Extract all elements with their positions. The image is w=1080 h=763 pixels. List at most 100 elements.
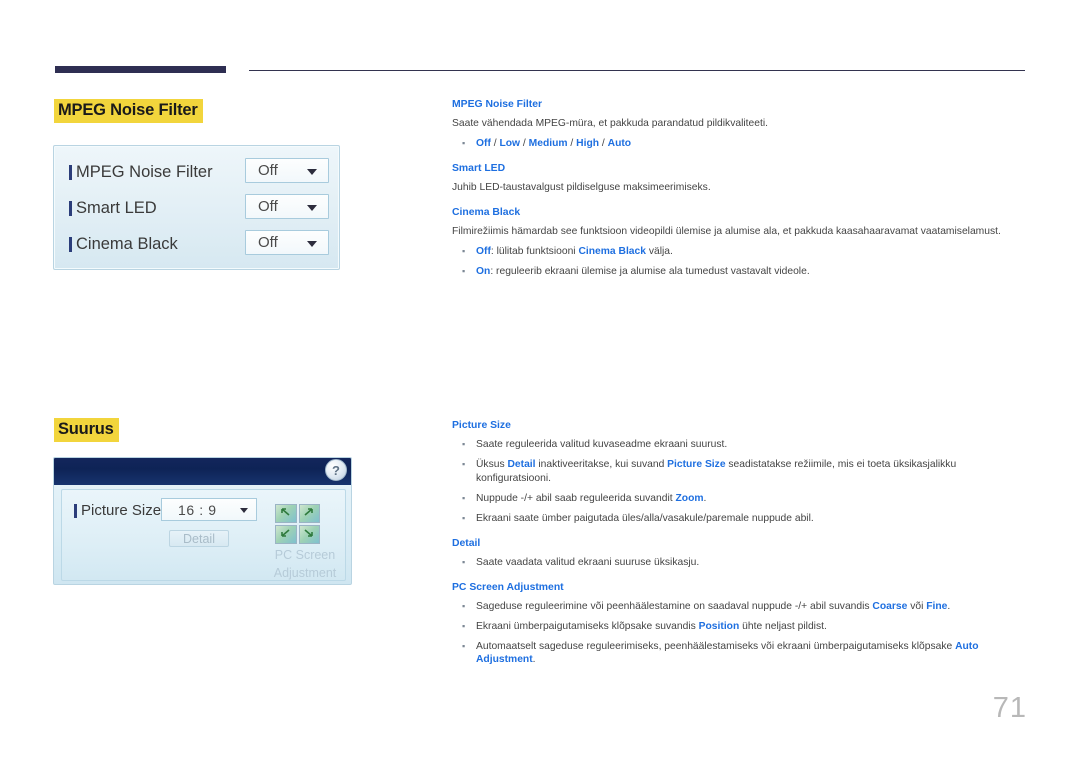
inline-text: või	[907, 600, 927, 612]
bullet-item: ▪ Ekraani saate ümber paigutada üles/alla…	[452, 512, 1028, 526]
inline-term: Cinema Black	[578, 245, 646, 257]
bullet-text: Ekraani saate ümber paigutada üles/alla/…	[476, 512, 1028, 526]
bullet-text: Nuppude -/+ abil saab reguleerida suvand…	[476, 492, 1028, 506]
bullet-dot-icon: ▪	[462, 640, 466, 651]
arrow-up-left-icon	[281, 508, 290, 516]
bullet-dot-icon: ▪	[462, 439, 466, 450]
chevron-down-icon	[307, 241, 317, 247]
arrow-down-left-icon	[281, 529, 290, 537]
position-cell-top-left[interactable]	[275, 504, 297, 523]
description-column-top: MPEG Noise Filter Saate vähendada MPEG-m…	[452, 98, 1028, 285]
bullet-dot-icon: ▪	[462, 245, 466, 256]
osd-dropdown-mpeg-noise-filter[interactable]: Off	[245, 158, 329, 183]
inline-text: .	[703, 492, 707, 504]
row-marker-icon	[69, 164, 72, 180]
osd-row-mpeg-noise-filter[interactable]: MPEG Noise Filter Off	[54, 154, 341, 190]
inline-text: : reguleerib ekraani ülemise ja alumise …	[490, 265, 810, 277]
bullet-text: Off: lülitab funktsiooni Cinema Black vä…	[476, 245, 1028, 259]
bullet-mpeg-options: ▪ Off / Low / Medium / High / Auto	[452, 137, 1028, 151]
osd-row-label: MPEG Noise Filter	[76, 162, 213, 181]
bullet-text: On: reguleerib ekraani ülemise ja alumis…	[476, 265, 1028, 279]
desc-heading-picture-size: Picture Size	[452, 420, 511, 431]
bullet-text: Automaatselt sageduse reguleerimiseks, p…	[476, 640, 1028, 668]
row-marker-icon	[69, 200, 72, 216]
inline-term: Fine	[926, 600, 948, 612]
inline-text: Ekraani ümberpaigutamiseks klõpsake suva…	[476, 620, 699, 632]
row-marker-icon	[74, 503, 77, 518]
help-icon[interactable]: ?	[325, 459, 347, 481]
bullet-text: Saate reguleerida valitud kuvaseadme ekr…	[476, 438, 1028, 452]
inline-text: Üksus	[476, 458, 508, 470]
pc-screen-adjustment-label: PC Screen Adjustment	[273, 548, 337, 581]
bullet-item: ▪ Ekraani ümberpaigutamiseks klõpsake suv…	[452, 620, 1028, 634]
bullet-text: Saate vaadata valitud ekraani suuruse ük…	[476, 556, 1028, 570]
bullet-dot-icon: ▪	[462, 492, 466, 503]
bullet-list-detail: ▪ Saate vaadata valitud ekraani suuruse ü…	[452, 556, 1028, 570]
inline-text: Nuppude -/+ abil saab reguleerida suvand…	[476, 492, 676, 504]
bullet-item: ▪ Sageduse reguleerimine või peenhäälesta…	[452, 600, 1028, 614]
detail-button[interactable]: Detail	[169, 530, 229, 547]
bullet-dot-icon: ▪	[462, 265, 466, 276]
bullet-item: ▪ Üksus Detail inaktiveeritakse, kui suva…	[452, 458, 1028, 486]
osd-dropdown-cinema-black[interactable]: Off	[245, 230, 329, 255]
bullet-dot-icon: ▪	[462, 137, 466, 148]
inline-term: Picture Size	[667, 458, 726, 470]
bullet-dot-icon: ▪	[462, 620, 466, 631]
inline-text: inaktiveeritakse, kui suvand	[535, 458, 668, 470]
inline-term: Zoom	[675, 492, 704, 504]
desc-heading-detail: Detail	[452, 537, 481, 549]
inline-text: Sageduse reguleerimine või peenhäälestam…	[476, 600, 873, 612]
section-heading-suurus: Suurus	[54, 418, 119, 442]
option-separator: /	[520, 137, 529, 149]
inline-text: Saate vaadata valitud ekraani suuruse ük…	[476, 556, 700, 568]
inline-term: Detail	[507, 458, 536, 470]
bullet-list-pc-screen-adjustment: ▪ Sageduse reguleerimine või peenhäälesta…	[452, 600, 1028, 668]
inline-text: Ekraani saate ümber paigutada üles/alla/…	[476, 512, 814, 524]
option-value: Off	[476, 137, 491, 149]
inline-text: Saate reguleerida valitud kuvaseadme ekr…	[476, 439, 728, 451]
bullet-list-picture-size: ▪ Saate reguleerida valitud kuvaseadme ek…	[452, 438, 1028, 526]
osd-row-smart-led[interactable]: Smart LED Off	[54, 190, 341, 226]
inline-text: ühte neljast pildist.	[739, 620, 827, 632]
picture-size-dropdown[interactable]: 16 : 9	[161, 498, 257, 521]
bullet-dot-icon: ▪	[462, 512, 466, 523]
bullet-dot-icon: ▪	[462, 556, 466, 567]
position-grid[interactable]	[275, 504, 320, 544]
position-cell-bottom-left[interactable]	[275, 525, 297, 544]
bullet-item: ▪ Automaatselt sageduse reguleerimiseks, …	[452, 640, 1028, 668]
osd-panel-body: Picture Size 16 : 9 Detail PC Screen Adj…	[61, 489, 346, 581]
osd-dropdown-smart-led[interactable]: Off	[245, 194, 329, 219]
inline-text: välja.	[646, 245, 673, 257]
position-cell-top-right[interactable]	[298, 504, 320, 523]
inline-text: Automaatselt sageduse reguleerimiseks, p…	[476, 640, 956, 652]
bullet-text: Üksus Detail inaktiveeritakse, kui suvan…	[476, 458, 1028, 486]
desc-heading-mpeg-noise-filter: MPEG Noise Filter	[452, 99, 543, 110]
bullet-text: Sageduse reguleerimine või peenhäälestam…	[476, 600, 1028, 614]
bullet-cinema-black-on: ▪ On: reguleerib ekraani ülemise ja alum…	[452, 265, 1028, 279]
inline-text: .	[947, 600, 951, 612]
inline-text: .	[532, 654, 536, 666]
osd-dropdown-value: Off	[258, 234, 278, 251]
inline-text: : lülitab funktsiooni	[490, 245, 579, 257]
bullet-text: Ekraani ümberpaigutamiseks klõpsake suva…	[476, 620, 1028, 634]
option-separator: /	[599, 137, 608, 149]
picture-size-label: Picture Size	[81, 502, 162, 519]
desc-heading-smart-led: Smart LED	[452, 162, 506, 174]
header-accent-bar	[55, 66, 226, 73]
osd-row-cinema-black[interactable]: Cinema Black Off	[54, 226, 341, 262]
bullet-item: ▪ Saate vaadata valitud ekraani suuruse ü…	[452, 556, 1028, 570]
row-marker-icon	[69, 236, 72, 252]
osd-row-label: Smart LED	[76, 198, 157, 217]
osd-dropdown-value: Off	[258, 198, 278, 215]
picture-size-value: 16 : 9	[178, 501, 217, 518]
osd-panel-picture-size: ? Picture Size 16 : 9 Detail PC Screen A…	[53, 457, 352, 585]
bullet-item: ▪ Saate reguleerida valitud kuvaseadme ek…	[452, 438, 1028, 452]
desc-paragraph-cinema-black: Filmirežiimis hämardab see funktsioon vi…	[452, 225, 1001, 237]
desc-heading-pc-screen-adjustment: PC Screen Adjustment	[452, 581, 564, 593]
bullet-text: Off / Low / Medium / High / Auto	[476, 137, 1028, 151]
chevron-down-icon	[307, 205, 317, 211]
position-cell-bottom-right[interactable]	[298, 525, 320, 544]
picture-size-row: Picture Size	[62, 502, 161, 519]
chevron-down-icon	[240, 508, 248, 513]
option-value: Medium	[528, 137, 568, 149]
